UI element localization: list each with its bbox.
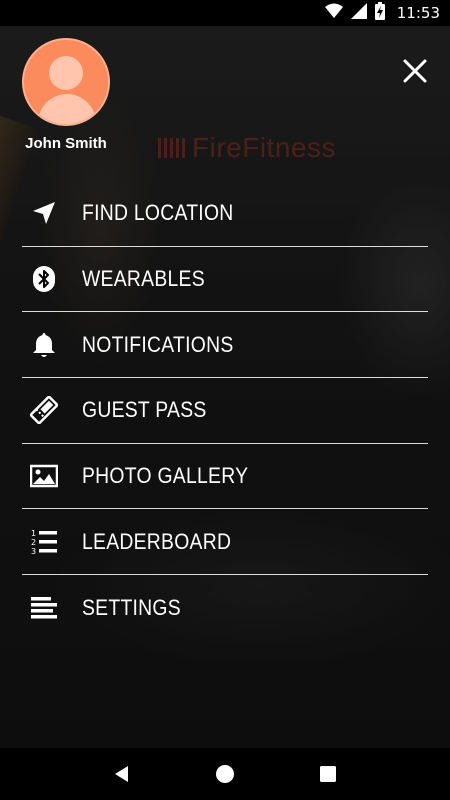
numbered-list-icon: 123 <box>22 528 82 556</box>
menu-item-find-location[interactable]: FIND LOCATION <box>22 181 428 247</box>
menu-item-label: GUEST PASS <box>82 397 207 423</box>
home-button[interactable] <box>205 754 245 794</box>
menu-item-label: NOTIFICATIONS <box>82 331 234 357</box>
menu-item-notifications[interactable]: NOTIFICATIONS <box>22 312 428 379</box>
drawer-menu: FIND LOCATION WEARABLES NOTIFICATIONS GU… <box>22 181 428 641</box>
user-name: John Smith <box>25 135 107 152</box>
avatar[interactable] <box>22 38 110 126</box>
menu-item-label: PHOTO GALLERY <box>82 463 249 489</box>
menu-item-wearables[interactable]: WEARABLES <box>22 247 428 313</box>
menu-item-label: WEARABLES <box>82 266 205 292</box>
location-arrow-icon <box>22 199 82 227</box>
navigation-bar <box>0 748 450 800</box>
menu-item-label: FIND LOCATION <box>82 200 234 226</box>
drawer-screen: FireFitness John Smith FIND LOCATION WEA… <box>0 26 450 748</box>
user-profile[interactable]: John Smith <box>20 38 112 152</box>
bell-icon <box>22 331 82 359</box>
recents-button[interactable] <box>308 754 348 794</box>
ticket-icon <box>22 396 82 425</box>
close-button[interactable] <box>400 56 430 86</box>
back-button[interactable] <box>102 754 142 794</box>
menu-item-leaderboard[interactable]: 123 LEADERBOARD <box>22 509 428 576</box>
home-icon <box>215 765 234 783</box>
menu-item-settings[interactable]: SETTINGS <box>22 575 428 641</box>
svg-text:3: 3 <box>31 547 36 556</box>
close-icon <box>403 59 427 83</box>
battery-charging-icon <box>374 1 385 25</box>
menu-item-photo-gallery[interactable]: PHOTO GALLERY <box>22 444 428 510</box>
svg-text:1: 1 <box>31 529 36 538</box>
menu-item-guest-pass[interactable]: GUEST PASS <box>22 378 428 444</box>
status-bar: 11:53 <box>0 0 450 26</box>
bluetooth-icon <box>22 265 82 293</box>
back-icon <box>114 766 128 782</box>
settings-lines-icon <box>22 594 82 622</box>
status-time: 11:53 <box>396 4 440 22</box>
wifi-icon <box>324 3 343 24</box>
image-icon <box>22 462 82 490</box>
menu-item-label: LEADERBOARD <box>82 528 232 554</box>
svg-text:2: 2 <box>31 538 36 547</box>
signal-icon <box>350 2 367 24</box>
menu-item-label: SETTINGS <box>82 594 181 620</box>
recents-icon <box>320 766 337 782</box>
